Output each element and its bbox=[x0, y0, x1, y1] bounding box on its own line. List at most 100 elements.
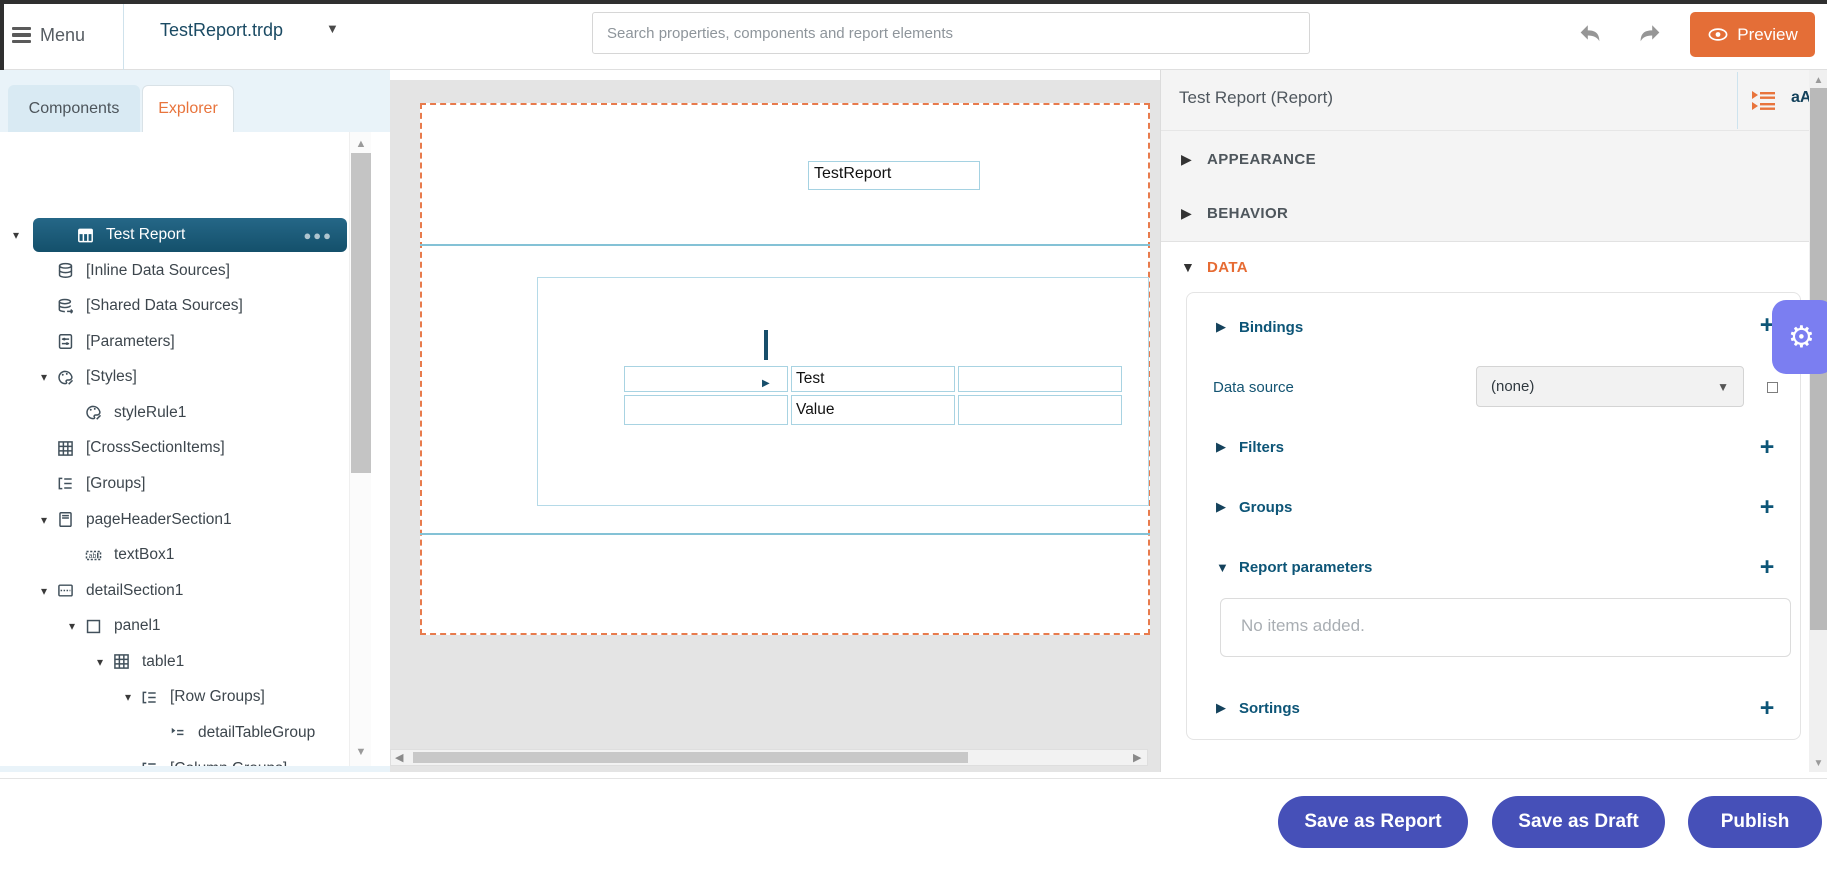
chevron-right-icon[interactable]: ▶ bbox=[1216, 319, 1231, 335]
grid-icon bbox=[57, 440, 77, 456]
save-as-draft-button[interactable]: Save as Draft bbox=[1492, 796, 1665, 848]
item-menu-dots-icon[interactable]: ●●● bbox=[303, 228, 333, 243]
tree-item-shared-data-sources[interactable]: [Shared Data Sources] bbox=[41, 289, 389, 323]
data-source-dropdown[interactable]: (none) ▼ bbox=[1476, 366, 1744, 407]
window-edge bbox=[0, 0, 4, 70]
add-filter-button[interactable]: + bbox=[1755, 436, 1779, 458]
expander-icon[interactable]: ▾ bbox=[97, 655, 113, 669]
row-report-parameters[interactable]: ▼ Report parameters bbox=[1216, 556, 1372, 578]
add-report-parameter-button[interactable]: + bbox=[1755, 556, 1779, 578]
design-textbox1[interactable]: TestReport bbox=[808, 161, 980, 190]
expander-icon[interactable]: ▾ bbox=[41, 370, 57, 384]
row-bindings[interactable]: ▶ Bindings bbox=[1216, 316, 1303, 338]
design-table1[interactable]: Test Value bbox=[621, 363, 1125, 428]
scroll-down-icon[interactable]: ▼ bbox=[350, 746, 372, 758]
redo-icon bbox=[1637, 22, 1663, 44]
chevron-right-icon[interactable]: ▶ bbox=[1216, 499, 1231, 515]
tree-item-parameters[interactable]: [Parameters] bbox=[41, 325, 389, 359]
filename-dropdown-icon[interactable]: ▼ bbox=[326, 21, 339, 36]
chevron-right-icon[interactable]: ▶ bbox=[1181, 205, 1197, 222]
listgroup-icon bbox=[141, 761, 161, 766]
report-icon bbox=[77, 227, 97, 243]
canvas-scrollbar-thumb[interactable] bbox=[413, 752, 968, 763]
table-cell[interactable] bbox=[958, 395, 1122, 425]
footer-action-bar: Save as Report Save as Draft Publish bbox=[0, 778, 1827, 871]
grid-icon bbox=[113, 654, 133, 670]
table-cell[interactable] bbox=[624, 395, 788, 425]
row-filters[interactable]: ▶ Filters bbox=[1216, 436, 1284, 458]
tree-item-pageheadersection1[interactable]: ▾ pageHeaderSection1 bbox=[41, 503, 389, 537]
add-group-button[interactable]: + bbox=[1755, 496, 1779, 518]
gear-icon: ⚙ bbox=[1788, 320, 1815, 355]
undo-button[interactable] bbox=[1573, 18, 1607, 48]
chevron-right-icon[interactable]: ▶ bbox=[1181, 151, 1197, 168]
tree-item-crosssectionitems[interactable]: [CrossSectionItems] bbox=[41, 431, 389, 465]
tab-explorer[interactable]: Explorer bbox=[142, 85, 234, 132]
scroll-left-icon[interactable]: ◀ bbox=[395, 751, 403, 764]
tree-item-table1[interactable]: ▾ table1 bbox=[97, 645, 390, 679]
detail-section-divider[interactable] bbox=[420, 533, 1150, 535]
chevron-down-icon[interactable]: ▼ bbox=[1216, 560, 1231, 575]
data-source-value: (none) bbox=[1491, 378, 1534, 395]
scroll-up-icon[interactable]: ▲ bbox=[350, 138, 372, 150]
preview-button[interactable]: Preview bbox=[1690, 12, 1815, 57]
textbox-icon: ab bbox=[85, 547, 105, 563]
row-sortings[interactable]: ▶ Sortings bbox=[1216, 697, 1300, 719]
tree-item-inline-data-sources[interactable]: [Inline Data Sources] bbox=[41, 254, 389, 288]
tree-scrollbar-thumb[interactable] bbox=[351, 153, 371, 473]
inspector-scrollbar[interactable]: ▲ ▼ bbox=[1809, 70, 1827, 772]
property-inspector: Test Report (Report) aA ▶ APPEARANCE ▶ B… bbox=[1160, 70, 1827, 772]
tree-item-textbox1[interactable]: ab textBox1 bbox=[69, 538, 390, 572]
menu-label: Menu bbox=[40, 25, 85, 46]
expander-icon[interactable]: ▾ bbox=[13, 228, 29, 242]
chevron-right-icon[interactable]: ▶ bbox=[1216, 700, 1231, 716]
expand-all-sections-button[interactable] bbox=[1751, 90, 1777, 117]
table-cell[interactable] bbox=[958, 366, 1122, 392]
tab-components[interactable]: Components bbox=[8, 85, 140, 132]
menu-button[interactable]: Menu bbox=[12, 18, 85, 52]
expander-icon[interactable]: ▾ bbox=[41, 584, 57, 598]
canvas-horizontal-scrollbar[interactable]: ◀ ▶ bbox=[390, 749, 1148, 766]
table-cell[interactable]: Test bbox=[791, 366, 955, 392]
listgroup-icon bbox=[141, 689, 161, 705]
parameters-icon bbox=[57, 334, 77, 350]
tree-item-groups[interactable]: [Groups] bbox=[41, 467, 389, 501]
tree-scrollbar[interactable]: ▲ ▼ bbox=[349, 132, 371, 766]
expand-all-icon bbox=[1751, 90, 1777, 112]
expander-icon[interactable]: ▾ bbox=[41, 513, 57, 527]
search-input[interactable] bbox=[592, 12, 1310, 54]
scroll-up-icon[interactable]: ▲ bbox=[1809, 75, 1827, 86]
redo-button[interactable] bbox=[1633, 18, 1667, 48]
add-sorting-button[interactable]: + bbox=[1755, 697, 1779, 719]
design-canvas[interactable]: TestReport Test Value ◀ ▶ bbox=[390, 70, 1160, 772]
tree-item-stylerule1[interactable]: styleRule1 bbox=[69, 396, 390, 430]
inspector-title: Test Report (Report) bbox=[1179, 88, 1333, 108]
settings-button[interactable]: ⚙ bbox=[1772, 300, 1827, 374]
table-cell[interactable]: Value bbox=[791, 395, 955, 425]
section-behavior[interactable]: ▶ BEHAVIOR bbox=[1181, 202, 1288, 224]
database-icon bbox=[57, 263, 77, 279]
chevron-down-icon[interactable]: ▼ bbox=[1181, 259, 1197, 275]
expander-icon[interactable]: ▾ bbox=[125, 690, 141, 704]
save-as-report-button[interactable]: Save as Report bbox=[1278, 796, 1468, 848]
publish-button[interactable]: Publish bbox=[1688, 796, 1822, 848]
section-appearance[interactable]: ▶ APPEARANCE bbox=[1181, 148, 1316, 170]
data-source-checkbox[interactable] bbox=[1767, 382, 1778, 393]
expand-right-panel-icon[interactable]: ▶ bbox=[762, 378, 770, 389]
scroll-right-icon[interactable]: ▶ bbox=[1133, 751, 1141, 764]
scroll-down-icon[interactable]: ▼ bbox=[1809, 758, 1827, 769]
chevron-right-icon[interactable]: ▶ bbox=[1216, 439, 1231, 455]
tree-item-test-report[interactable]: ▾ Test Report ●●● bbox=[33, 218, 347, 252]
page-header-section-divider[interactable] bbox=[420, 244, 1150, 246]
tree-item-panel1[interactable]: ▾ panel1 bbox=[69, 609, 390, 643]
expander-icon[interactable]: ▾ bbox=[125, 762, 141, 766]
expander-icon[interactable]: ▾ bbox=[69, 619, 85, 633]
hamburger-icon bbox=[12, 27, 31, 44]
section-data[interactable]: ▼ DATA bbox=[1181, 256, 1248, 278]
tree-item-detailsection1[interactable]: ▾ detailSection1 bbox=[41, 574, 389, 608]
report-filename[interactable]: TestReport.trdp bbox=[160, 20, 283, 41]
tree-item-styles[interactable]: ▾ [Styles] bbox=[41, 360, 389, 394]
row-groups[interactable]: ▶ Groups bbox=[1216, 496, 1292, 518]
palette-icon bbox=[57, 369, 77, 385]
right-panel-resize-handle[interactable] bbox=[764, 330, 768, 360]
